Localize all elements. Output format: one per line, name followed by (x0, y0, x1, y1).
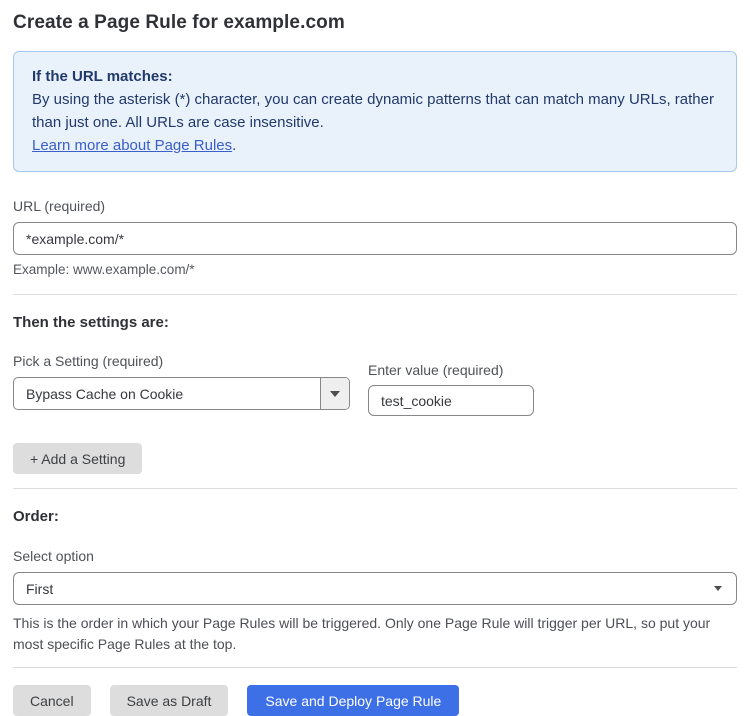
setting-dropdown[interactable]: Bypass Cache on Cookie (13, 377, 350, 410)
order-select-value: First (26, 580, 54, 597)
link-period: . (232, 137, 237, 154)
enter-value-column: Enter value (required) (368, 362, 534, 416)
divider (13, 488, 737, 489)
caret-down-icon (330, 390, 340, 397)
footer-actions: Cancel Save as Draft Save and Deploy Pag… (13, 685, 737, 716)
url-input[interactable] (13, 222, 737, 255)
setting-dropdown-button[interactable] (320, 378, 349, 409)
save-as-draft-button[interactable]: Save as Draft (109, 685, 229, 716)
pick-setting-label: Pick a Setting (required) (13, 353, 164, 369)
save-and-deploy-button[interactable]: Save and Deploy Page Rule (247, 685, 460, 716)
settings-row: Pick a Setting (required) Bypass Cache o… (13, 353, 737, 416)
order-section: Order: Select option First This is the o… (13, 508, 737, 655)
learn-more-link[interactable]: Learn more about Page Rules (32, 137, 232, 154)
url-field-label: URL (required) (13, 198, 106, 214)
page-title: Create a Page Rule for example.com (13, 12, 345, 33)
info-box-link-line: Learn more about Page Rules. (32, 134, 718, 157)
order-select-label: Select option (13, 548, 94, 564)
divider (13, 294, 737, 295)
url-example-helper: Example: www.example.com/* (13, 262, 195, 277)
cancel-button[interactable]: Cancel (13, 685, 91, 716)
info-box-heading: If the URL matches: (32, 68, 173, 85)
settings-section-heading: Then the settings are: (13, 314, 169, 331)
divider (13, 667, 737, 668)
info-box-body: By using the asterisk (*) character, you… (32, 91, 714, 131)
url-match-info-box: If the URL matches: By using the asteris… (13, 51, 737, 172)
url-field-block: URL (required) Example: www.example.com/… (13, 198, 737, 277)
order-helper-text: This is the order in which your Page Rul… (13, 615, 711, 652)
caret-down-icon (714, 586, 722, 591)
order-select[interactable]: First (13, 572, 737, 605)
pick-setting-column: Pick a Setting (required) Bypass Cache o… (13, 353, 350, 410)
enter-value-label: Enter value (required) (368, 362, 504, 378)
setting-dropdown-value: Bypass Cache on Cookie (26, 385, 184, 402)
order-heading: Order: (13, 508, 59, 525)
setting-value-input[interactable] (368, 385, 534, 416)
create-page-rule-form: Create a Page Rule for example.com If th… (0, 0, 750, 716)
add-setting-button[interactable]: + Add a Setting (13, 443, 143, 474)
